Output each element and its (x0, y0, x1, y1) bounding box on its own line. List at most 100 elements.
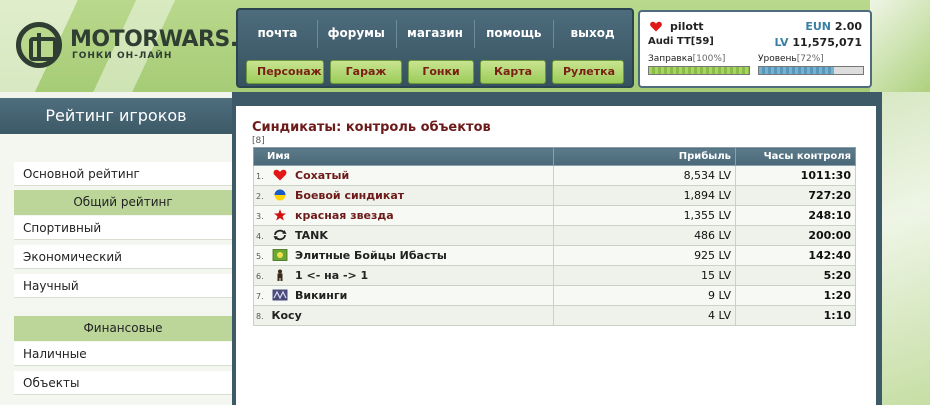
eun-value: 2.00 (834, 20, 862, 33)
syndicate-link[interactable]: 1 <- на -> 1 (295, 269, 368, 282)
syndicate-link[interactable]: Боевой синдикат (295, 189, 404, 202)
profit-cell: 1,894 LV (553, 185, 736, 206)
ukraine-flag-icon (274, 189, 285, 201)
sidebar-title: Рейтинг игроков (0, 98, 232, 134)
row-rank: 7. (256, 292, 264, 301)
sidebar-header-finance: Финансовые (14, 316, 232, 341)
hours-cell: 1:20 (735, 285, 856, 306)
row-rank: 4. (256, 232, 264, 241)
syndicate-link[interactable]: TANK (295, 229, 328, 242)
column-header-profit[interactable]: Прибыль (553, 147, 736, 166)
garage-button[interactable]: Гараж (330, 60, 402, 84)
table-row: 5. Элитные Бойцы Ибасты 925 LV 142:40 (253, 245, 856, 266)
logo-emblem-icon (16, 22, 62, 68)
map-button[interactable]: Карта (480, 60, 546, 84)
hours-cell: 1:10 (735, 305, 856, 326)
user-panel: pilott Audi TT[59] EUN 2.00 LV 11,575,07… (638, 10, 872, 88)
hours-cell: 142:40 (735, 245, 856, 266)
result-count: [8] (252, 136, 265, 146)
table-row: 3. красная звезда 1,355 LV 248:10 (253, 205, 856, 226)
vikings-emblem-icon (272, 289, 287, 301)
races-button[interactable]: Гонки (408, 60, 474, 84)
nav-link-help[interactable]: помощь (474, 20, 553, 48)
fuel-bar (648, 66, 750, 75)
row-rank: 8. (256, 312, 264, 321)
lv-balance: LV 11,575,071 (775, 36, 862, 49)
table-row: 7. Викинги 9 LV 1:20 (253, 285, 856, 306)
fuel-bar-fill (649, 67, 749, 74)
syndicate-link[interactable]: красная звезда (295, 209, 394, 222)
sidebar-header-general: Общий рейтинг (14, 190, 232, 215)
row-rank: 2. (256, 192, 264, 201)
fuel-label-text: Заправка (648, 54, 693, 64)
row-rank: 5. (256, 252, 264, 261)
level-label: Уровень[72%] (758, 54, 824, 64)
profit-cell: 486 LV (553, 225, 736, 246)
roulette-button[interactable]: Рулетка (552, 60, 624, 84)
profit-cell: 9 LV (553, 285, 736, 306)
lv-label: LV (774, 36, 789, 49)
column-header-name[interactable]: Имя (253, 147, 554, 166)
hours-cell: 200:00 (735, 225, 856, 246)
profit-cell: 1,355 LV (553, 205, 736, 226)
figure-icon (277, 269, 282, 281)
syndicate-cell: 1. Сохатый (253, 165, 554, 186)
hours-cell: 5:20 (735, 265, 856, 286)
syndicate-cell: 3. красная звезда (253, 205, 554, 226)
sidebar-item-economic[interactable]: Экономический (14, 245, 232, 269)
syndicate-link[interactable]: Сохатый (295, 169, 349, 182)
character-button[interactable]: Персонаж (246, 60, 324, 84)
fuel-percent: [100%] (692, 54, 726, 64)
right-decoration (882, 92, 930, 405)
sidebar-item-sport[interactable]: Спортивный (14, 216, 232, 240)
hours-cell: 727:20 (735, 185, 856, 206)
table-row: 6. 1 <- на -> 1 15 LV 5:20 (253, 265, 856, 286)
user-car[interactable]: Audi TT[59] (648, 36, 714, 47)
green-flag-icon (272, 249, 287, 261)
sidebar-item-scientific[interactable]: Научный (14, 274, 232, 298)
profit-cell: 4 LV (553, 305, 736, 326)
syndicate-link[interactable]: Элитные Бойцы Ибасты (295, 249, 447, 262)
hours-cell: 248:10 (735, 205, 856, 226)
column-header-hours[interactable]: Часы контроля (735, 147, 856, 166)
cycle-arrows-icon (273, 229, 286, 241)
site-header: MOTORWARS.RU ГОНКИ ОН-ЛАЙН почта форумы … (0, 0, 930, 92)
table-row: 4. TANK 486 LV 200:00 (253, 225, 856, 246)
table-row: 1. Сохатый 8,534 LV 1011:30 (253, 165, 856, 186)
sidebar-item-cash[interactable]: Наличные (14, 342, 232, 366)
table-row: 8. Косу 4 LV 1:10 (253, 305, 856, 326)
header-decoration (870, 0, 930, 92)
syndicate-link[interactable]: Косу (272, 309, 302, 322)
profit-cell: 15 LV (553, 265, 736, 286)
user-name[interactable]: pilott (670, 20, 704, 33)
row-rank: 3. (256, 212, 264, 221)
syndicate-cell: 2. Боевой синдикат (253, 185, 554, 206)
sidebar-item-main-rating[interactable]: Основной рейтинг (14, 162, 232, 186)
level-bar (758, 66, 864, 75)
syndicate-link[interactable]: Викинги (295, 289, 347, 302)
nav-link-shop[interactable]: магазин (395, 20, 475, 48)
sidebar: Основной рейтинг Общий рейтинг Спортивны… (0, 134, 232, 405)
fuel-label: Заправка[100%] (648, 54, 725, 64)
syndicate-cell: 7. Викинги (253, 285, 554, 306)
nav-link-mail[interactable]: почта (238, 26, 317, 40)
red-star-icon (273, 209, 286, 221)
sidebar-item-objects[interactable]: Объекты (14, 371, 232, 395)
syndicate-cell: 8. Косу (253, 305, 554, 326)
syndicate-cell: 4. TANK (253, 225, 554, 246)
page-title: Синдикаты: контроль объектов (252, 120, 491, 135)
navigation-panel: почта форумы магазин помощь выход Персон… (236, 8, 634, 88)
eun-balance: EUN 2.00 (805, 20, 862, 33)
site-logo[interactable]: MOTORWARS.RU ГОНКИ ОН-ЛАЙН (16, 22, 272, 68)
row-rank: 6. (256, 272, 264, 281)
table-header-row: Имя Прибыль Часы контроля (253, 147, 856, 166)
hours-cell: 1011:30 (735, 165, 856, 186)
lv-value: 11,575,071 (792, 36, 862, 49)
eun-label: EUN (805, 20, 832, 33)
level-bar-fill (759, 67, 834, 74)
level-label-text: Уровень (758, 54, 797, 64)
nav-link-logout[interactable]: выход (553, 20, 632, 48)
heart-icon (273, 169, 286, 181)
row-rank: 1. (256, 172, 264, 181)
nav-link-forums[interactable]: форумы (316, 20, 396, 48)
